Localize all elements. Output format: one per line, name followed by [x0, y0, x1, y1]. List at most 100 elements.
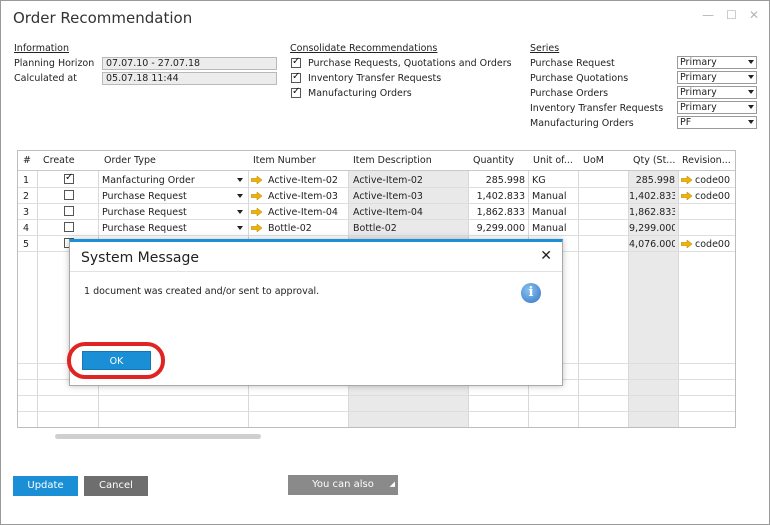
info-icon: i — [521, 283, 541, 303]
series-heading: Series — [530, 43, 560, 54]
dialog-message: 1 document was created and/or sent to ap… — [84, 286, 320, 297]
row-3-item-number[interactable]: Active-Item-04 — [268, 207, 338, 218]
row-4-order-type[interactable]: Purchase Request — [102, 223, 187, 234]
chevron-down-icon[interactable] — [237, 226, 243, 230]
row-divider — [18, 235, 735, 236]
you-can-also-label: You can also — [312, 479, 374, 490]
row-2-number: 2 — [23, 191, 30, 202]
row-5-revision[interactable]: code00 — [695, 239, 730, 250]
row-4-create-checkbox[interactable] — [64, 222, 74, 232]
row-1-create-checkbox[interactable] — [64, 172, 74, 184]
series-purchase-quotations-value: Primary — [680, 72, 717, 83]
row-4-unit[interactable]: Manual — [532, 223, 567, 234]
header-create[interactable]: Create — [43, 155, 75, 166]
link-arrow-icon[interactable] — [681, 176, 692, 184]
row-1-order-type[interactable]: Manfacturing Order — [102, 175, 195, 186]
consolidate-manufacturing-label: Manufacturing Orders — [308, 88, 412, 99]
dialog-divider — [70, 271, 562, 272]
series-manufacturing-orders-select[interactable]: PF — [677, 116, 757, 129]
series-purchase-orders-select[interactable]: Primary — [677, 86, 757, 99]
row-2-create-checkbox[interactable] — [64, 190, 74, 200]
header-unit-of[interactable]: Unit of... — [533, 155, 577, 166]
chevron-down-icon[interactable] — [237, 210, 243, 214]
chevron-down-icon[interactable] — [237, 178, 243, 182]
you-can-also-button[interactable]: You can also ◢ — [288, 475, 398, 495]
series-purchase-orders-value: Primary — [680, 87, 717, 98]
calculated-at-field[interactable]: 05.07.18 11:44 — [102, 72, 277, 85]
row-2-item-number[interactable]: Active-Item-03 — [268, 191, 338, 202]
row-divider — [18, 203, 735, 204]
row-2-order-type[interactable]: Purchase Request — [102, 191, 187, 202]
row-1-qty-standard: 285.998 — [635, 175, 675, 186]
row-divider — [18, 219, 735, 220]
header-number[interactable]: # — [23, 155, 31, 166]
horizontal-scrollbar[interactable] — [55, 434, 261, 439]
chevron-down-icon[interactable] — [237, 194, 243, 198]
row-1-number: 1 — [23, 175, 30, 186]
row-1-item-number[interactable]: Active-Item-02 — [268, 175, 338, 186]
calculated-at-label: Calculated at — [14, 73, 77, 84]
header-quantity[interactable]: Quantity — [473, 155, 514, 166]
row-divider — [18, 395, 735, 396]
row-1-revision[interactable]: code00 — [695, 175, 730, 186]
update-button[interactable]: Update — [13, 476, 78, 496]
consolidate-manufacturing-checkbox[interactable] — [291, 86, 301, 98]
row-divider — [18, 411, 735, 412]
row-2-revision[interactable]: code00 — [695, 191, 730, 202]
series-purchase-request-label: Purchase Request — [530, 58, 615, 69]
link-arrow-icon[interactable] — [251, 192, 262, 200]
series-manufacturing-orders-label: Manufacturing Orders — [530, 118, 634, 129]
row-5-number: 5 — [23, 239, 30, 250]
row-3-unit[interactable]: Manual — [532, 207, 567, 218]
row-3-number: 3 — [23, 207, 30, 218]
row-4-qty-standard: 9,299.000 — [629, 223, 675, 234]
row-3-create-checkbox[interactable] — [64, 206, 74, 216]
series-purchase-request-select[interactable]: Primary — [677, 56, 757, 69]
close-icon[interactable]: ✕ — [749, 8, 759, 22]
row-1-item-description: Active-Item-02 — [353, 175, 423, 186]
row-3-qty-standard: 1,862.833 — [629, 207, 675, 218]
row-4-quantity[interactable]: 9,299.000 — [469, 223, 525, 234]
link-arrow-icon[interactable] — [251, 224, 262, 232]
close-icon[interactable]: ✕ — [540, 248, 552, 264]
corner-arrow-icon: ◢ — [389, 480, 395, 488]
series-purchase-request-value: Primary — [680, 57, 717, 68]
row-3-order-type[interactable]: Purchase Request — [102, 207, 187, 218]
row-3-quantity[interactable]: 1,862.833 — [469, 207, 525, 218]
grid-header-row: # Create Order Type Item Number Item Des… — [18, 151, 735, 171]
series-inventory-transfer-select[interactable]: Primary — [677, 101, 757, 114]
row-5-qty-standard: 4,076.000 — [629, 239, 675, 250]
link-arrow-icon[interactable] — [681, 240, 692, 248]
header-qty-standard[interactable]: Qty (St... — [633, 155, 677, 166]
header-item-number[interactable]: Item Number — [253, 155, 316, 166]
row-3-item-description: Active-Item-04 — [353, 207, 423, 218]
planning-horizon-field[interactable]: 07.07.10 - 27.07.18 — [102, 57, 277, 70]
row-2-unit[interactable]: Manual — [532, 191, 567, 202]
row-4-item-description: Bottle-02 — [353, 223, 397, 234]
row-2-qty-standard: 1,402.833 — [629, 191, 675, 202]
cancel-button[interactable]: Cancel — [84, 476, 148, 496]
ok-button[interactable]: OK — [82, 351, 151, 370]
chevron-down-icon — [748, 75, 754, 79]
header-revision[interactable]: Revision... — [682, 155, 734, 166]
window-title: Order Recommendation — [13, 9, 193, 27]
maximize-icon[interactable]: ☐ — [726, 8, 737, 22]
row-4-item-number[interactable]: Bottle-02 — [268, 223, 312, 234]
chevron-down-icon — [748, 60, 754, 64]
header-item-description[interactable]: Item Description — [353, 155, 432, 166]
row-1-quantity[interactable]: 285.998 — [469, 175, 525, 186]
header-order-type[interactable]: Order Type — [104, 155, 156, 166]
link-arrow-icon[interactable] — [681, 192, 692, 200]
row-1-unit[interactable]: KG — [532, 175, 546, 186]
consolidate-transfer-label: Inventory Transfer Requests — [308, 73, 442, 84]
consolidate-transfer-checkbox[interactable] — [291, 71, 301, 83]
consolidate-purchase-checkbox[interactable] — [291, 56, 301, 68]
header-uom[interactable]: UoM — [583, 155, 604, 166]
minimize-icon[interactable]: — — [702, 8, 714, 22]
row-2-quantity[interactable]: 1,402.833 — [469, 191, 525, 202]
link-arrow-icon[interactable] — [251, 176, 262, 184]
link-arrow-icon[interactable] — [251, 208, 262, 216]
series-purchase-orders-label: Purchase Orders — [530, 88, 609, 99]
information-heading: Information — [14, 43, 69, 54]
series-purchase-quotations-select[interactable]: Primary — [677, 71, 757, 84]
